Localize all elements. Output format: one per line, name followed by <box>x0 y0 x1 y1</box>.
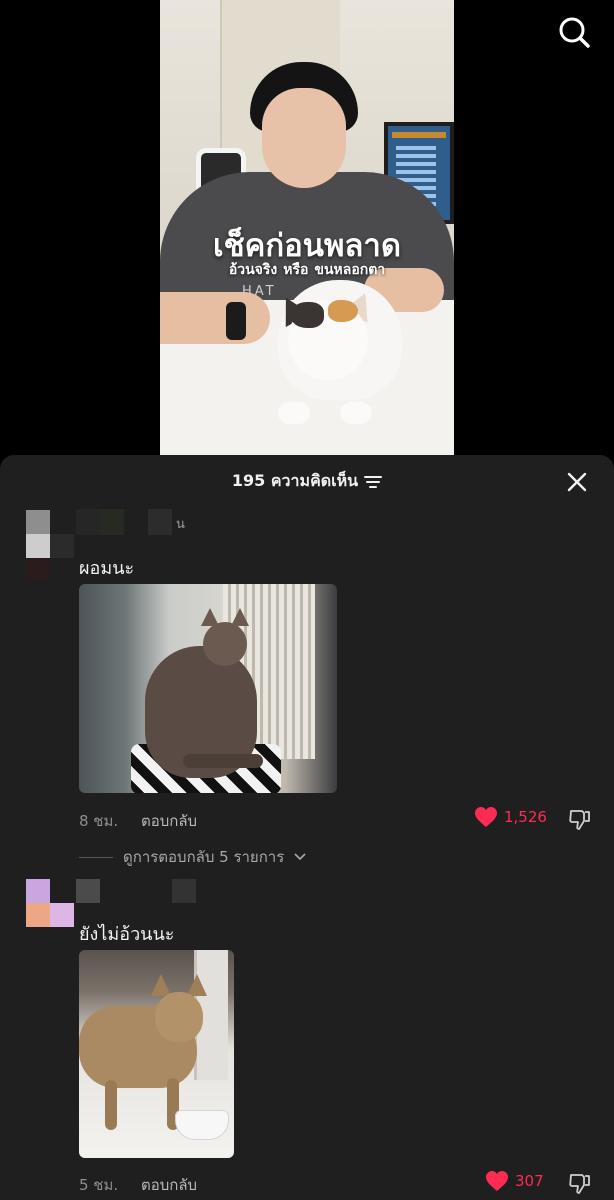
subtitle-part: ขนหลอกตา <box>314 262 386 278</box>
search-icon <box>559 17 590 48</box>
view-replies-label: ดูการตอบกลับ 5 รายการ <box>123 848 285 866</box>
like-button[interactable]: 307 <box>485 1170 544 1192</box>
divider <box>79 856 113 858</box>
video-cat-patch <box>290 302 324 328</box>
like-count: 1,526 <box>504 808 547 826</box>
comment-time: 8 ชม. <box>79 812 119 830</box>
video-watch <box>226 302 246 340</box>
shirt-logo-text: HAT <box>242 284 277 299</box>
dislike-button[interactable] <box>568 807 592 831</box>
chevron-down-icon <box>294 853 306 861</box>
filter-icon <box>364 475 383 488</box>
comment-photo[interactable] <box>79 584 337 793</box>
comment-count: 195 ความคิดเห็น <box>231 471 359 490</box>
avatar[interactable] <box>24 879 76 927</box>
close-icon <box>567 472 587 492</box>
thumbs-down-icon <box>569 1174 590 1194</box>
like-button[interactable]: 1,526 <box>474 806 547 828</box>
like-count: 307 <box>515 1172 544 1190</box>
comment-text: ผอมนะ <box>79 558 135 579</box>
comment-time: 5 ชม. <box>79 1176 119 1194</box>
comments-sheet: 195 ความคิดเห็น น ผอมนะ 8 ชม. ตอบกลับ 1,… <box>0 455 614 1200</box>
username-pixelated[interactable]: น <box>76 509 185 535</box>
subtitle-part: อ้วนจริง <box>228 262 278 278</box>
username: น <box>176 517 185 532</box>
sort-comments-toggle[interactable]: 195 ความคิดเห็น <box>231 469 383 494</box>
video-cat-patch <box>328 300 358 322</box>
close-button[interactable] <box>566 471 588 493</box>
avatar[interactable] <box>24 510 76 580</box>
heart-icon <box>486 1171 508 1191</box>
reply-button[interactable]: ตอบกลับ <box>141 1173 197 1197</box>
reply-button[interactable]: ตอบกลับ <box>141 809 197 833</box>
comment-text: ยังไม่อ้วนนะ <box>79 924 175 945</box>
subtitle-part: หรือ <box>283 262 309 278</box>
search-button[interactable] <box>556 14 592 50</box>
username-pixelated[interactable] <box>76 879 202 903</box>
video-person-face <box>262 88 346 188</box>
comments-header: 195 ความคิดเห็น <box>0 469 614 497</box>
video-subtitle-overlay: อ้วนจริง หรือ ขนหลอกตา <box>160 259 454 281</box>
screen: HAT เช็คก่อนพลาด อ้วนจริง หรือ ขนหลอกตา 19… <box>0 0 614 1200</box>
video-cat-paw <box>278 402 310 424</box>
view-replies-button[interactable]: ดูการตอบกลับ 5 รายการ <box>79 845 306 869</box>
dislike-button[interactable] <box>568 1171 592 1195</box>
heart-icon <box>475 807 497 827</box>
video-cat-paw <box>340 402 372 424</box>
thumbs-down-icon <box>569 810 590 830</box>
video-arm-left <box>160 292 270 344</box>
video-player[interactable]: HAT เช็คก่อนพลาด อ้วนจริง หรือ ขนหลอกตา <box>160 0 454 456</box>
comment-photo[interactable] <box>79 950 234 1158</box>
